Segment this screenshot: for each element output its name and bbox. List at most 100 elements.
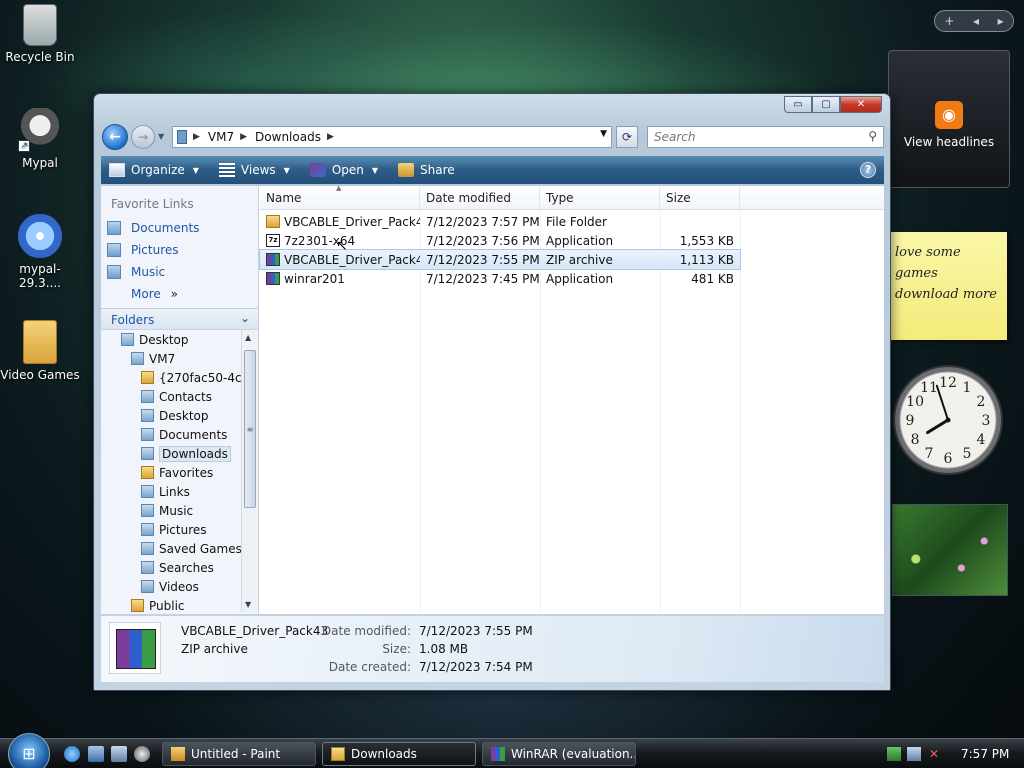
more-links-button[interactable]: More » — [101, 283, 258, 301]
desktop-icon-mypal-installer[interactable]: mypal-29.3.... — [0, 214, 80, 290]
desktop-icon-label: mypal-29.3.... — [19, 262, 61, 290]
file-size: 1,113 KB — [679, 252, 734, 267]
folder-icon — [131, 599, 144, 612]
mypal-icon[interactable] — [134, 746, 150, 762]
taskbar: ⊞ Untitled - Paint Downloads WinRAR (eva… — [0, 733, 1024, 768]
breadcrumb-separator[interactable]: ▶ — [240, 132, 247, 142]
column-header-size[interactable]: Size — [660, 186, 740, 209]
favorite-link-music[interactable]: Music — [101, 261, 258, 283]
taskbar-clock[interactable]: 7:57 PM — [961, 747, 1009, 761]
task-button-paint[interactable]: Untitled - Paint — [162, 742, 316, 766]
file-row[interactable]: VBCABLE_Driver_Pack43 7/12/2023 7:55 PM ZI… — [259, 249, 741, 270]
internet-explorer-icon[interactable] — [64, 746, 80, 762]
close-button[interactable]: ✕ — [840, 96, 882, 113]
address-bar[interactable]: ▶ VM7 ▶ Downloads ▶ ▼ — [172, 126, 612, 148]
task-button-winrar[interactable]: WinRAR (evaluation... — [482, 742, 636, 766]
next-gadgets-button[interactable]: ▸ — [998, 14, 1004, 28]
folder-tree-item[interactable]: Favorites — [101, 463, 241, 482]
feed-label[interactable]: View headlines — [889, 135, 1009, 149]
details-created-value: 7/12/2023 7:54 PM — [419, 660, 533, 674]
scroll-up-icon[interactable]: ▲ — [245, 333, 251, 342]
folder-tree-item[interactable]: Downloads — [101, 444, 241, 463]
folder-tree-item[interactable]: Documents — [101, 425, 241, 444]
favorite-link-documents[interactable]: Documents — [101, 217, 258, 239]
explorer-window[interactable]: ▭ ▢ ✕ ← → ▼ ▶ VM7 ▶ Downloads ▶ ▼ ⟳ Sear… — [93, 93, 891, 691]
breadcrumb-separator[interactable]: ▶ — [327, 132, 334, 142]
start-button[interactable]: ⊞ — [8, 733, 50, 768]
breadcrumb-vm7[interactable]: VM7 — [208, 130, 234, 144]
folder-tree-item[interactable]: Pictures — [101, 520, 241, 539]
folder-tree-label: Pictures — [159, 522, 207, 537]
folder-tree-item[interactable]: Desktop — [101, 406, 241, 425]
recycle-bin-icon — [23, 4, 57, 46]
task-label: Untitled - Paint — [191, 747, 281, 761]
forward-button[interactable]: → — [131, 125, 155, 149]
scroll-down-icon[interactable]: ▼ — [245, 600, 251, 609]
file-name-cell: VBCABLE_Driver_Pack43 — [260, 215, 420, 229]
feed-headlines-gadget[interactable]: ◉ View headlines — [888, 50, 1010, 188]
chevron-down-icon: ⌄ — [239, 311, 250, 325]
organize-button[interactable]: Organize ▼ — [109, 163, 199, 177]
rss-icon: ◉ — [935, 101, 963, 129]
column-header-date[interactable]: Date modified — [420, 186, 540, 209]
search-icon[interactable]: ⚲ — [868, 129, 877, 143]
favorite-link-pictures[interactable]: Pictures — [101, 239, 258, 261]
volume-muted-icon[interactable]: ✕ — [927, 747, 941, 761]
favorite-links-heading: Favorite Links — [111, 197, 194, 211]
address-dropdown[interactable]: ▼ — [600, 129, 607, 139]
folder-tree-item[interactable]: VM7 — [101, 349, 241, 368]
show-desktop-icon[interactable] — [88, 746, 104, 762]
navigation-bar: ← → ▼ ▶ VM7 ▶ Downloads ▶ ▼ ⟳ Search ⚲ — [102, 124, 884, 150]
open-label: Open — [331, 163, 364, 177]
breadcrumb-downloads[interactable]: Downloads — [255, 130, 321, 144]
tree-scrollbar[interactable]: ▲ ≡ ▼ — [241, 330, 257, 612]
file-type: Application — [546, 233, 614, 248]
help-button[interactable]: ? — [860, 162, 876, 178]
details-created-label: Date created: — [328, 660, 411, 674]
breadcrumb-separator[interactable]: ▶ — [193, 132, 200, 142]
saved-games-icon — [141, 542, 154, 555]
desktop-icon-recycle-bin[interactable]: Recycle Bin — [0, 4, 80, 64]
slideshow-gadget[interactable] — [892, 504, 1008, 596]
views-button[interactable]: Views ▼ — [218, 163, 290, 177]
desktop-icon-mypal[interactable]: ↗ Mypal — [0, 108, 80, 170]
network-icon[interactable] — [887, 747, 901, 761]
folder-tree-item[interactable]: Music — [101, 501, 241, 520]
file-row[interactable]: 7z 7z2301-x64 7/12/2023 7:56 PM Application… — [260, 231, 740, 250]
switch-windows-icon[interactable] — [111, 746, 127, 762]
folder-tree-item[interactable]: Contacts — [101, 387, 241, 406]
display-icon[interactable] — [907, 747, 921, 761]
task-button-downloads[interactable]: Downloads — [322, 742, 476, 766]
file-list: ▲ Name Date modified Type Size VBCABLE_D… — [259, 184, 884, 614]
share-button[interactable]: Share — [398, 163, 455, 177]
clock-gadget[interactable]: 12 1 2 3 4 5 6 7 8 9 10 11 — [892, 360, 1008, 480]
clock-face: 12 12 3 45678 9 1011 — [893, 365, 1003, 475]
folder-tree-item[interactable]: Desktop — [101, 330, 241, 349]
organize-icon — [109, 163, 125, 177]
folder-tree-item[interactable]: Searches — [101, 558, 241, 577]
add-gadget-button[interactable]: + — [944, 14, 954, 28]
chevron-down-icon: ▼ — [371, 165, 379, 175]
back-button[interactable]: ← — [102, 124, 128, 150]
folder-tree-item[interactable]: Public — [101, 596, 241, 612]
folders-header[interactable]: Folders ⌄ — [101, 308, 258, 330]
file-row[interactable]: VBCABLE_Driver_Pack43 7/12/2023 7:57 PM Fi… — [260, 212, 740, 231]
search-input[interactable]: Search ⚲ — [647, 126, 884, 148]
folder-tree-item[interactable]: Videos — [101, 577, 241, 596]
column-header-type[interactable]: Type — [540, 186, 660, 209]
recent-pages-dropdown[interactable]: ▼ — [158, 132, 164, 141]
winrar-icon — [309, 163, 326, 177]
refresh-button[interactable]: ⟳ — [616, 126, 638, 148]
maximize-button[interactable]: ▢ — [812, 96, 840, 113]
file-date: 7/12/2023 7:45 PM — [426, 271, 540, 286]
desktop-icon-video-games[interactable]: Video Games — [0, 320, 80, 382]
minimize-button[interactable]: ▭ — [784, 96, 812, 113]
folder-tree-item[interactable]: Links — [101, 482, 241, 501]
file-row[interactable]: winrar201 7/12/2023 7:45 PM Application 481… — [260, 269, 740, 288]
folder-tree-item[interactable]: {270fac50-4c7c — [101, 368, 241, 387]
prev-gadgets-button[interactable]: ◂ — [973, 14, 979, 28]
scrollbar-thumb[interactable]: ≡ — [244, 350, 256, 508]
open-button[interactable]: Open ▼ — [309, 163, 379, 177]
sticky-note-gadget[interactable]: love some games download more — [891, 232, 1007, 340]
folder-tree-item[interactable]: Saved Games — [101, 539, 241, 558]
